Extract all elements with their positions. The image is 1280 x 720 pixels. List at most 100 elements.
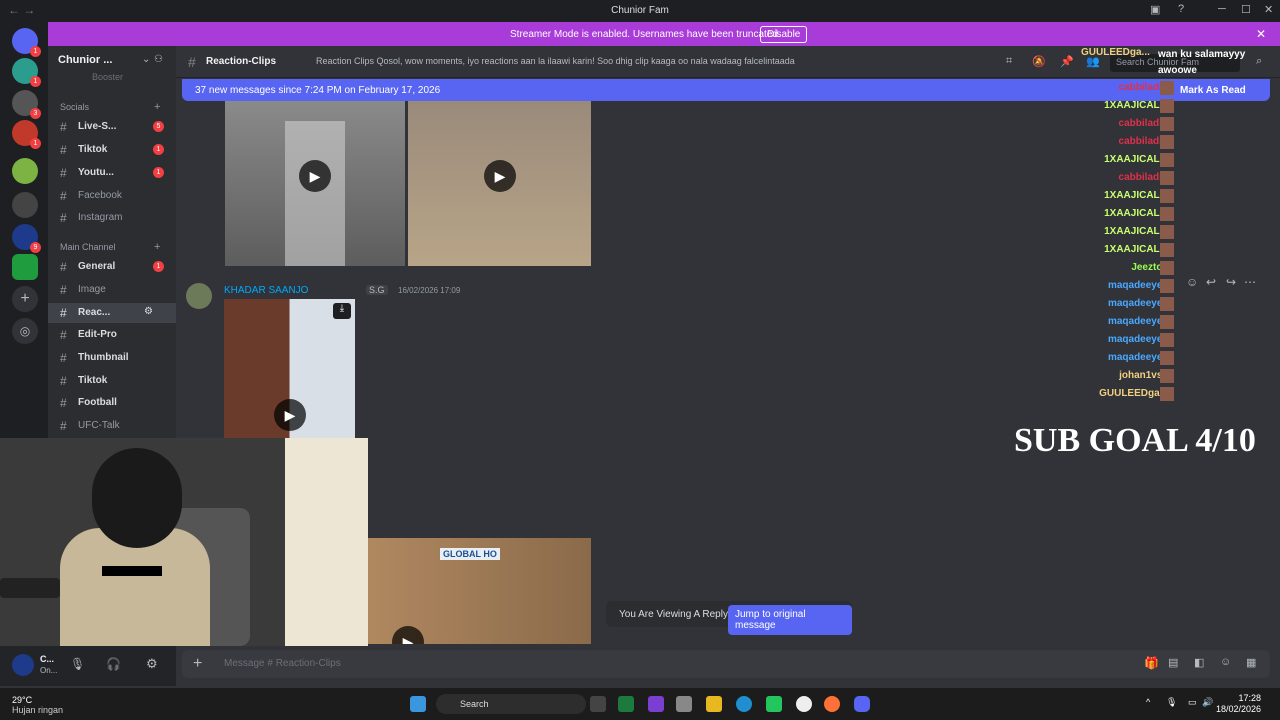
message-username[interactable]: KHADAR SAANJO bbox=[224, 285, 308, 296]
channel-instagram[interactable]: # Instagram bbox=[48, 208, 176, 228]
server-icon[interactable]: 1 bbox=[12, 120, 41, 149]
title-bar: ← → Chunior Fam ▣ ? ─ ☐ ✕ bbox=[0, 0, 1280, 22]
gif-icon[interactable]: ▤ bbox=[1168, 656, 1178, 669]
download-icon[interactable]: ⤓ bbox=[333, 303, 351, 319]
channel-edit-pro[interactable]: # Edit-Pro bbox=[48, 325, 176, 345]
video-attachment[interactable]: ▶ bbox=[408, 101, 591, 266]
chat-avatar bbox=[1160, 81, 1174, 95]
message-input[interactable]: Message # Reaction-Clips bbox=[224, 658, 341, 669]
app-icon[interactable] bbox=[766, 696, 782, 712]
chat-avatar bbox=[1160, 171, 1174, 185]
add-member-icon[interactable]: ⚇ bbox=[154, 54, 163, 65]
play-icon[interactable]: ▶ bbox=[484, 160, 516, 192]
volume-icon[interactable]: 🔊 bbox=[1202, 697, 1213, 708]
file-explorer-icon[interactable] bbox=[706, 696, 722, 712]
user-name: C... bbox=[40, 654, 55, 664]
pin-icon[interactable]: 📌 bbox=[1060, 55, 1074, 68]
emoji-icon[interactable]: ☺ bbox=[1220, 656, 1231, 668]
video-attachment[interactable]: ⤓ ▶ bbox=[224, 299, 355, 438]
channel-tiktok[interactable]: # Tiktok 1 bbox=[48, 140, 176, 160]
minimize-button[interactable]: ─ bbox=[1218, 3, 1226, 15]
add-channel-icon[interactable]: + bbox=[154, 101, 160, 113]
discover-icon[interactable]: ◎ bbox=[12, 318, 38, 344]
video-attachment[interactable]: GLOBAL HO ▶ bbox=[368, 538, 591, 644]
microphone-icon bbox=[0, 578, 60, 598]
windows-taskbar: 29°C Hujan ringan Search ^ 🎙 ▭ 🔊 17:28 1… bbox=[0, 688, 1280, 720]
message-composer: + Message # Reaction-Clips 🎁 ▤ ◧ ☺ ▦ bbox=[182, 650, 1270, 678]
disable-button[interactable]: Disable bbox=[760, 26, 808, 43]
chevron-down-icon[interactable]: ⌄ bbox=[142, 54, 150, 65]
apps-icon[interactable]: ▦ bbox=[1246, 656, 1256, 669]
settings-icon[interactable]: ⚙ bbox=[146, 656, 158, 672]
gift-icon[interactable]: 🎁 bbox=[1144, 656, 1159, 670]
channel-thumbnail[interactable]: # Thumbnail bbox=[48, 348, 176, 368]
maximize-button[interactable]: ☐ bbox=[1241, 3, 1251, 16]
channel-youtube[interactable]: # Youtu... 1 bbox=[48, 163, 176, 183]
channel-live[interactable]: # Live-S... 5 bbox=[48, 117, 176, 137]
server-name[interactable]: Chunior ... bbox=[58, 54, 112, 66]
category-main[interactable]: Main Channel bbox=[60, 242, 116, 252]
network-icon[interactable]: ▭ bbox=[1188, 697, 1197, 708]
chevron-up-icon[interactable]: ^ bbox=[1146, 697, 1150, 707]
edge-icon[interactable] bbox=[736, 696, 752, 712]
video-attachment[interactable]: ▶ bbox=[225, 101, 405, 266]
avatar[interactable] bbox=[12, 654, 34, 676]
firefox-icon[interactable] bbox=[824, 696, 840, 712]
headphones-icon[interactable]: 🎧 bbox=[106, 657, 121, 671]
microphone-icon[interactable]: 🎙 bbox=[1166, 697, 1177, 708]
channel-tiktok-2[interactable]: # Tiktok bbox=[48, 371, 176, 391]
server-icon[interactable]: 1 bbox=[12, 58, 41, 87]
task-view-icon[interactable] bbox=[590, 696, 606, 712]
close-button[interactable]: ✕ bbox=[1264, 3, 1273, 16]
close-icon[interactable]: ✕ bbox=[1256, 27, 1266, 41]
play-icon[interactable]: ▶ bbox=[299, 160, 331, 192]
server-icon[interactable]: 9 bbox=[12, 224, 41, 253]
clock[interactable]: 17:28 18/02/2026 bbox=[1216, 693, 1261, 715]
app-icon[interactable] bbox=[648, 696, 664, 712]
weather-desc: Hujan ringan bbox=[12, 705, 64, 715]
discord-icon[interactable] bbox=[854, 696, 870, 712]
sticker-icon[interactable]: ◧ bbox=[1194, 656, 1204, 669]
server-icon[interactable] bbox=[12, 158, 38, 184]
chrome-icon[interactable] bbox=[796, 696, 812, 712]
chat-name: maqadeeyee bbox=[1107, 334, 1168, 345]
threads-icon[interactable]: ⌗ bbox=[1006, 55, 1012, 68]
jump-to-message-button[interactable]: Jump to original message bbox=[728, 605, 852, 635]
chat-avatar bbox=[1160, 333, 1174, 347]
add-server-icon[interactable]: + bbox=[12, 286, 38, 312]
chat-avatar bbox=[1160, 99, 1174, 113]
excel-icon[interactable] bbox=[618, 696, 634, 712]
channel-image[interactable]: # Image bbox=[48, 280, 176, 300]
back-forward-icons[interactable]: ← → bbox=[8, 3, 35, 17]
add-attachment-icon[interactable]: + bbox=[193, 655, 202, 673]
inbox-icon[interactable]: ▣ bbox=[1150, 3, 1160, 16]
discord-home-icon[interactable]: 1 bbox=[12, 28, 41, 57]
server-icon[interactable] bbox=[12, 192, 38, 218]
channel-facebook[interactable]: # Facebook bbox=[48, 186, 176, 206]
chat-name: GUULEEDga... bbox=[1081, 47, 1150, 58]
category-socials[interactable]: Socials bbox=[60, 102, 89, 112]
microphone-icon[interactable]: 🎙 bbox=[70, 657, 85, 671]
add-channel-icon[interactable]: + bbox=[154, 241, 160, 253]
avatar[interactable] bbox=[186, 283, 212, 309]
store-icon[interactable] bbox=[676, 696, 692, 712]
mute-icon[interactable]: 🔕 bbox=[1032, 55, 1046, 68]
server-icon[interactable]: 3 bbox=[12, 90, 41, 119]
channel-ufc-talk[interactable]: # UFC-Talk bbox=[48, 416, 176, 436]
play-icon[interactable]: ▶ bbox=[274, 399, 306, 431]
channel-football[interactable]: # Football bbox=[48, 393, 176, 413]
date: 18/02/2026 bbox=[1216, 704, 1262, 714]
webcam-overlay bbox=[0, 438, 368, 646]
channel-topic[interactable]: Reaction Clips Qosol, wow moments, iyo r… bbox=[316, 56, 795, 66]
reply-bar: You Are Viewing A Reply. Jump to origina… bbox=[606, 601, 852, 635]
channel-general[interactable]: # General 1 bbox=[48, 257, 176, 277]
taskbar-search[interactable]: Search bbox=[436, 694, 586, 714]
streamer-mode-text: Streamer Mode is enabled. Usernames have… bbox=[510, 29, 781, 40]
play-icon[interactable]: ▶ bbox=[392, 626, 424, 644]
start-icon[interactable] bbox=[410, 696, 426, 712]
weather-widget[interactable]: 29°C Hujan ringan bbox=[12, 695, 63, 715]
channel-reaction-clips[interactable]: # Reac... ⚙ bbox=[48, 303, 176, 323]
help-icon[interactable]: ? bbox=[1178, 3, 1184, 15]
chat-name: 1XAAJICAL... bbox=[1104, 226, 1168, 237]
server-icon[interactable] bbox=[12, 254, 38, 280]
